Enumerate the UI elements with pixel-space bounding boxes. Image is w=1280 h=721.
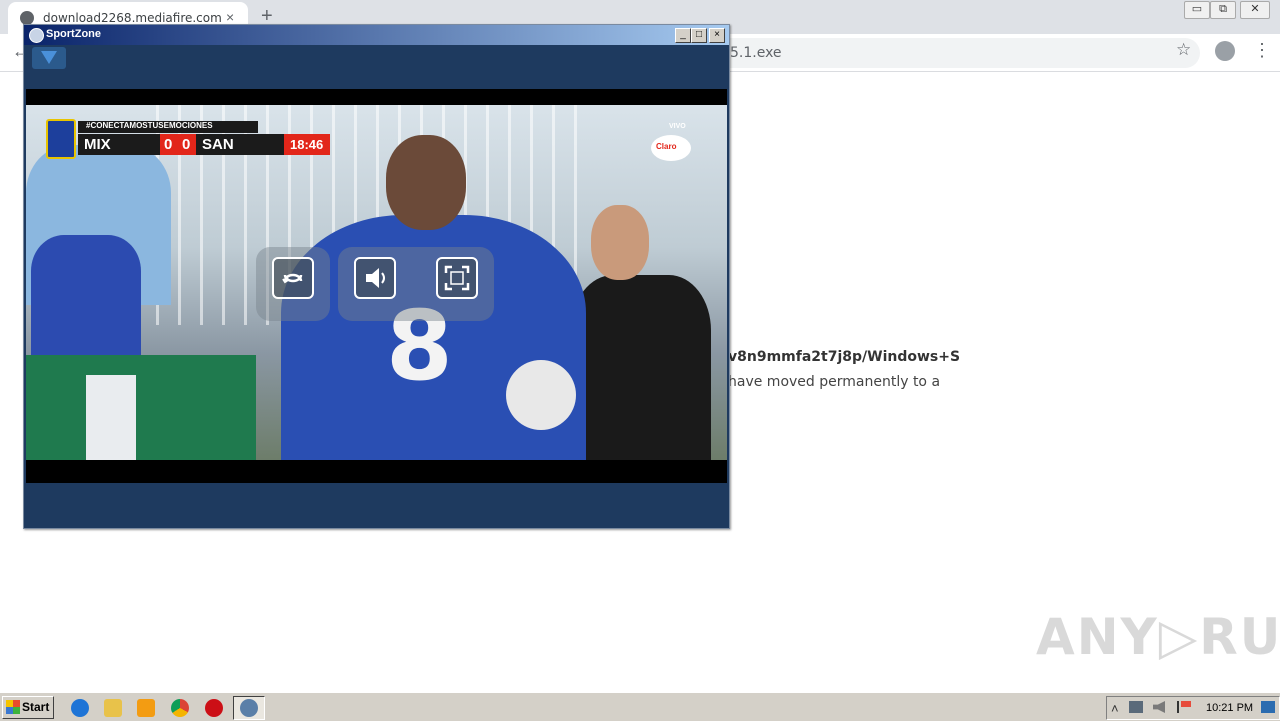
away-score: 0 [182, 136, 191, 153]
browser-minimize-button[interactable]: ▭ [1184, 1, 1210, 19]
home-team: MIX [84, 136, 111, 153]
browser-menu-icon[interactable]: ⋮ [1253, 40, 1271, 61]
video-player[interactable]: 8 #CONECTAMOSTUSEMOCIONES MIX 0 0 SAN 18… [26, 89, 727, 483]
player-head [386, 135, 466, 230]
sportzone-window: SportZone _ □ × 8 #CONECTAMOSTUSEMOCIONE… [23, 24, 730, 529]
page-path-text: v8n9mmfa2t7j8p/Windows+S [728, 349, 961, 365]
window-title: SportZone [46, 28, 101, 40]
wall-stripe [86, 375, 136, 460]
spectator-child [31, 235, 141, 355]
fullscreen-icon [444, 265, 470, 291]
start-label: Start [22, 700, 50, 714]
close-button[interactable]: × [709, 28, 725, 43]
folder-icon[interactable] [104, 699, 122, 717]
browser-close-button[interactable]: ✕ [1240, 1, 1270, 19]
broadcaster-name: Claro [656, 142, 677, 151]
sportzone-titlebar[interactable]: SportZone _ □ × [24, 25, 729, 45]
taskbar-item-sportzone[interactable] [233, 696, 265, 720]
taskbar: Start ˄ 10:21 PM [0, 692, 1280, 721]
start-button[interactable]: Start [2, 696, 54, 719]
profile-avatar-icon[interactable] [1215, 41, 1235, 61]
scoreboard: #CONECTAMOSTUSEMOCIONES MIX 0 0 SAN 18:4… [42, 119, 330, 159]
score-hashtag: #CONECTAMOSTUSEMOCIONES [86, 121, 213, 130]
action-center-flag-icon[interactable] [1177, 701, 1191, 713]
channel-dropdown[interactable] [32, 47, 66, 69]
away-team: SAN [202, 136, 234, 153]
referee [571, 275, 711, 460]
volume-icon [366, 268, 385, 288]
volume-tray-icon[interactable] [1153, 701, 1165, 713]
maximize-button[interactable]: □ [691, 28, 707, 43]
browser-restore-button[interactable]: ⧉ [1210, 1, 1236, 19]
sportzone-footer [26, 483, 727, 526]
globe-icon [20, 11, 34, 25]
audio-screen-control-group [338, 247, 494, 321]
replay-button[interactable] [272, 257, 314, 299]
page-message-text: have moved permanently to a [728, 374, 941, 390]
live-badge: VIVO [669, 123, 686, 130]
league-crest-icon [46, 119, 76, 159]
tab-close-button[interactable]: × [226, 9, 234, 25]
url-text: 5.1.exe [730, 45, 782, 61]
system-tray: ˄ [1106, 696, 1280, 720]
referee-head [591, 205, 649, 280]
app-icon [29, 28, 44, 43]
replay-control-group [256, 247, 330, 321]
replay-icon [282, 273, 303, 284]
sportzone-header [26, 45, 727, 89]
fullscreen-button[interactable] [436, 257, 478, 299]
green-wall [26, 355, 256, 460]
internet-explorer-icon[interactable] [71, 699, 89, 717]
network-icon[interactable] [1129, 701, 1143, 713]
match-time: 18:46 [290, 137, 324, 152]
bookmark-star-icon[interactable]: ☆ [1176, 40, 1191, 60]
volume-button[interactable] [354, 257, 396, 299]
media-player-icon[interactable] [137, 699, 155, 717]
soccer-ball [506, 360, 576, 430]
tray-expand-icon[interactable]: ˄ [1111, 701, 1119, 716]
clock[interactable]: 10:21 PM [1206, 702, 1253, 714]
anyrun-watermark-logo: ANY▷RUN [1036, 608, 1280, 666]
opera-icon[interactable] [205, 699, 223, 717]
chevron-down-icon [41, 51, 57, 64]
chrome-icon[interactable] [171, 699, 189, 717]
show-desktop-icon[interactable] [1261, 701, 1275, 713]
sportzone-taskbar-icon [240, 699, 258, 717]
minimize-button[interactable]: _ [675, 28, 691, 43]
windows-logo-icon [6, 700, 20, 714]
tab-title: download2268.mediafire.com [43, 11, 222, 25]
home-score: 0 [164, 136, 173, 153]
